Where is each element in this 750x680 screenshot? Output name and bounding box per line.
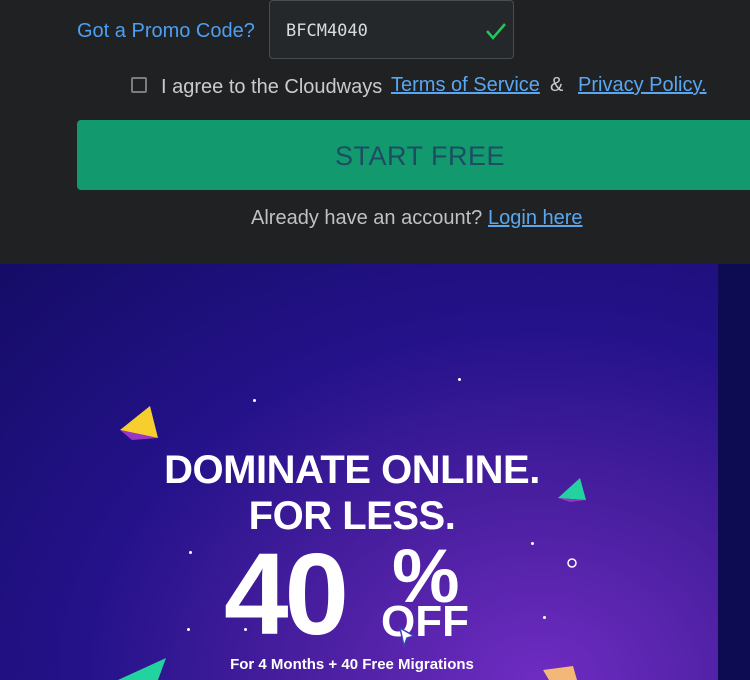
sparkle-dot: [531, 542, 534, 545]
sparkle-dot: [189, 551, 192, 554]
circle-outline-icon: [567, 558, 577, 568]
promo-code-value: BFCM4040: [286, 21, 368, 41]
banner-headline-line1: DOMINATE ONLINE.: [164, 448, 540, 492]
start-free-button[interactable]: START FREE: [77, 120, 750, 190]
start-free-label: START FREE: [335, 141, 506, 171]
signup-form: Got a Promo Code? BFCM4040 I agree to th…: [0, 0, 750, 264]
already-account-text: Already have an account?: [251, 207, 483, 229]
agree-label: I agree to the Cloudways: [161, 76, 383, 98]
sparkle-dot: [187, 628, 190, 631]
discount-number: 40: [224, 529, 349, 659]
terms-of-service-link[interactable]: Terms of Service: [391, 74, 540, 97]
sparkle-dot: [458, 378, 461, 381]
agree-checkbox[interactable]: [131, 77, 147, 93]
banner-subline: For 4 Months + 40 Free Migrations: [230, 656, 474, 673]
banner-side-strip: [718, 264, 750, 680]
discount-off: OFF: [381, 597, 469, 646]
promo-code-label: Got a Promo Code?: [77, 20, 255, 42]
ampersand-text: &: [550, 74, 564, 96]
banner-headline-line2: FOR LESS.: [248, 494, 456, 538]
login-link[interactable]: Login here: [488, 207, 583, 230]
promo-banner[interactable]: DOMINATE ONLINE. FOR LESS. 40 % OFF For …: [0, 264, 718, 680]
checkmark-icon: [486, 23, 506, 40]
promo-code-input[interactable]: BFCM4040: [269, 0, 514, 59]
yellow-paper-plane-icon: [120, 406, 158, 440]
cursor-icon: [398, 626, 416, 648]
sparkle-dot: [253, 399, 256, 402]
sparkle-dot: [543, 616, 546, 619]
privacy-policy-link[interactable]: Privacy Policy.: [578, 74, 707, 97]
